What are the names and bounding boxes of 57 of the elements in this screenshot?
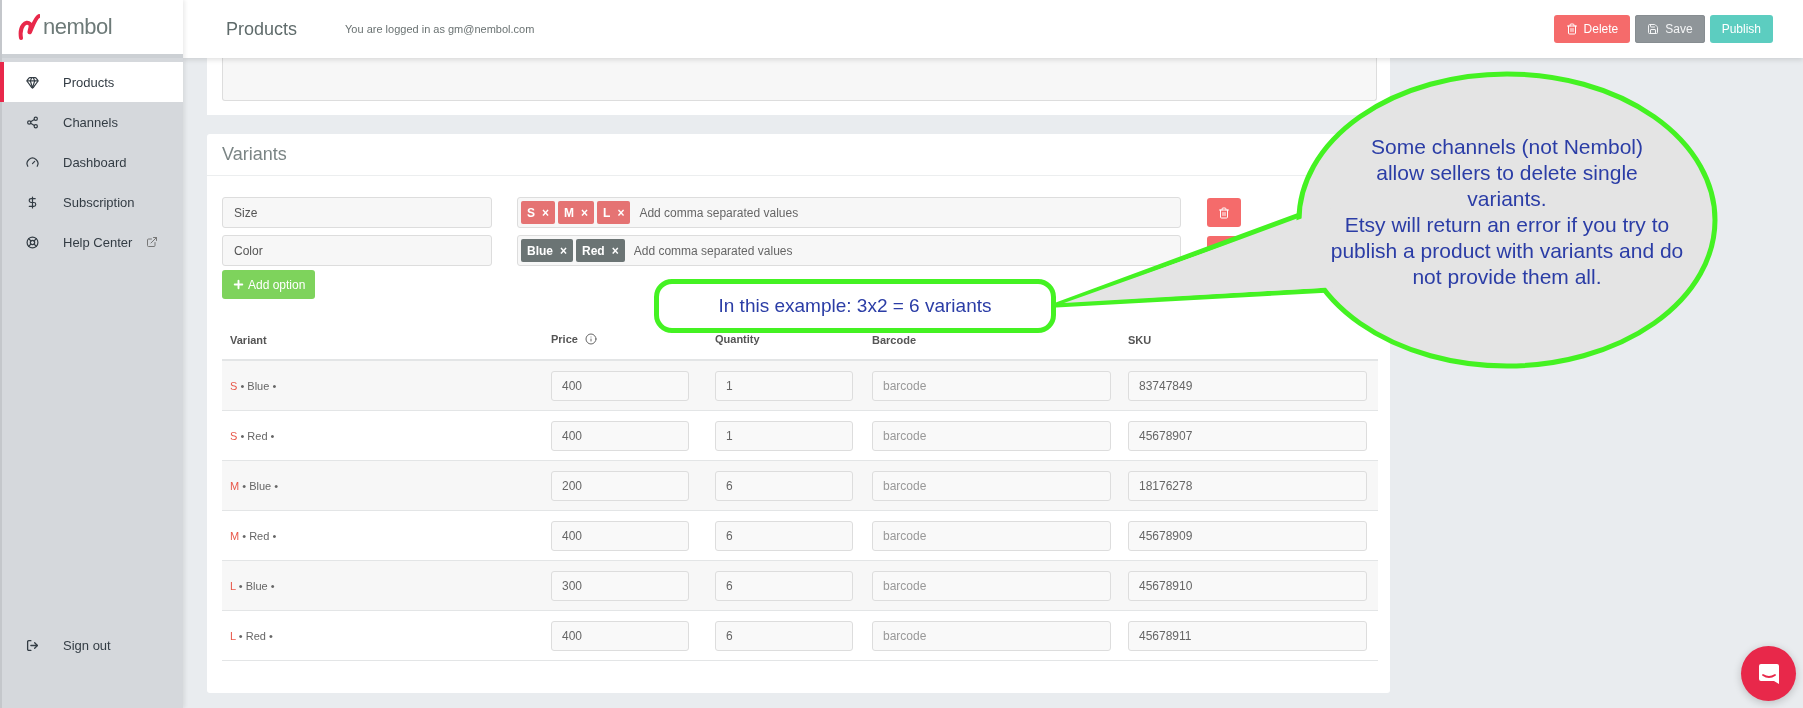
sku-field[interactable]: 45678909 [1128, 520, 1367, 551]
quantity-field[interactable]: 6 [715, 570, 853, 601]
quantity-field[interactable]: 1 [715, 420, 853, 451]
price-field[interactable]: 300 [551, 570, 689, 601]
login-note: You are logged in as gm@nembol.com [345, 23, 535, 35]
sign-out-item[interactable]: Sign out [0, 625, 183, 665]
column-header: SKU [1128, 334, 1153, 346]
option-name-field[interactable]: Size [222, 197, 492, 228]
price-field[interactable]: 400 [551, 520, 689, 551]
sku-field[interactable]: 18176278 [1128, 470, 1367, 501]
column-header: Barcode [872, 334, 918, 346]
column-header: Quantity [715, 333, 761, 345]
sku-field[interactable]: 83747849 [1128, 370, 1367, 401]
quantity-field[interactable]: 1 [715, 370, 853, 401]
callout-text: Etsy will return an error if you try to publish a product with variants and do not provide them all. [1329, 212, 1685, 290]
variant-name: L • Blue • [230, 579, 276, 592]
quantity-field[interactable]: 6 [715, 470, 853, 501]
quantity-field[interactable]: 6 [715, 520, 853, 551]
sidebar-item[interactable]: Products [0, 62, 183, 102]
value-tag[interactable]: Red × [576, 239, 625, 262]
page-title: Products [226, 18, 298, 40]
delete-button[interactable]: Delete [1553, 15, 1631, 43]
variant-name: L • Red • [230, 629, 274, 642]
sidebar-item[interactable]: Subscription [0, 182, 183, 222]
barcode-field[interactable]: barcode [872, 470, 1111, 501]
value-tag[interactable]: L × [597, 201, 631, 224]
example-note: In this example: 3x2 = 6 variants [654, 279, 1056, 333]
barcode-field[interactable]: barcode [872, 370, 1111, 401]
value-tag[interactable]: Blue × [521, 239, 574, 262]
variant-name: S • Red • [230, 429, 276, 442]
quantity-field[interactable]: 6 [715, 620, 853, 651]
barcode-field[interactable]: barcode [872, 420, 1111, 451]
column-header: Price [551, 332, 715, 345]
sidebar-item[interactable]: Help Center [0, 222, 183, 262]
variant-name: M • Blue • [230, 479, 280, 492]
sku-field[interactable]: 45678907 [1128, 420, 1367, 451]
logo-text: nembol [43, 14, 113, 40]
price-field[interactable]: 400 [551, 620, 689, 651]
barcode-field[interactable]: barcode [872, 570, 1111, 601]
barcode-field[interactable]: barcode [872, 520, 1111, 551]
value-tag[interactable]: M × [558, 201, 595, 224]
price-field[interactable]: 200 [551, 470, 689, 501]
variant-name: S • Blue • [230, 379, 278, 392]
option-name-field[interactable]: Color [222, 235, 492, 266]
value-tag[interactable]: S × [521, 201, 556, 224]
sidebar-item[interactable]: Channels [0, 102, 183, 142]
sku-field[interactable]: 45678911 [1128, 620, 1367, 651]
price-field[interactable]: 400 [551, 420, 689, 451]
callout-text: Some channels (not Nembol) allow sellers to delete single variants. [1370, 134, 1644, 212]
option-values-field[interactable]: Blue × Red × Add comma separated values [517, 235, 1181, 266]
barcode-field[interactable]: barcode [872, 620, 1111, 651]
column-header: Variant [230, 334, 268, 346]
sidebar-item[interactable]: Dashboard [0, 142, 183, 182]
option-values-field[interactable]: S × M × L × Add comma separated values [517, 197, 1181, 228]
price-field[interactable]: 400 [551, 370, 689, 401]
variant-name: M • Red • [230, 529, 278, 542]
sku-field[interactable]: 45678910 [1128, 570, 1367, 601]
